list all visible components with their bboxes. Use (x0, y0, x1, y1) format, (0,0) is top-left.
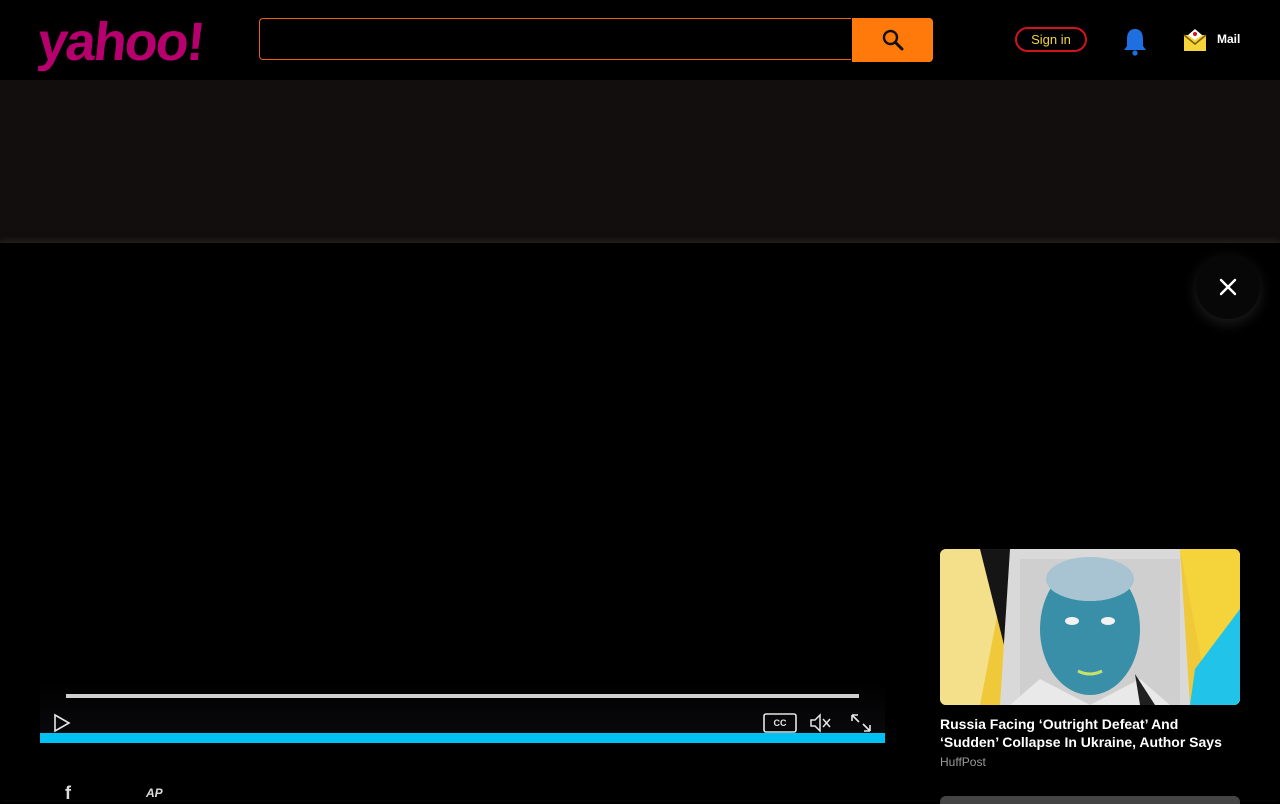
recommendation-card-next[interactable] (940, 796, 1240, 804)
fullscreen-icon (851, 714, 871, 732)
video-player[interactable] (40, 250, 885, 743)
recommendation-source: HuffPost (940, 755, 986, 769)
recommendation-thumbnail[interactable] (940, 549, 1240, 705)
mute-icon (810, 713, 831, 733)
progress-bar[interactable] (66, 694, 859, 698)
ap-logo: AP (146, 786, 163, 800)
mail-icon[interactable] (1182, 27, 1208, 53)
sign-in-button[interactable]: Sign in (1015, 27, 1087, 52)
close-icon (1219, 278, 1237, 296)
search-button[interactable] (852, 18, 933, 62)
search-icon (882, 29, 903, 51)
play-icon (54, 713, 71, 733)
facebook-share-icon[interactable]: f (65, 783, 71, 804)
captions-label: CC (773, 718, 787, 728)
recommendation-title[interactable]: Russia Facing ‘Outright Defeat’ And ‘Sud… (940, 715, 1240, 751)
mail-link[interactable]: Mail (1217, 32, 1240, 46)
close-button[interactable] (1196, 255, 1260, 319)
ad-banner-area (0, 80, 1280, 243)
playback-progress-fill (40, 733, 885, 743)
recommendation-card[interactable]: Russia Facing ‘Outright Defeat’ And ‘Sud… (940, 549, 1240, 769)
yahoo-logo[interactable]: yahoo! (35, 12, 206, 72)
search-input[interactable] (259, 18, 851, 60)
bell-icon[interactable] (1121, 26, 1149, 56)
